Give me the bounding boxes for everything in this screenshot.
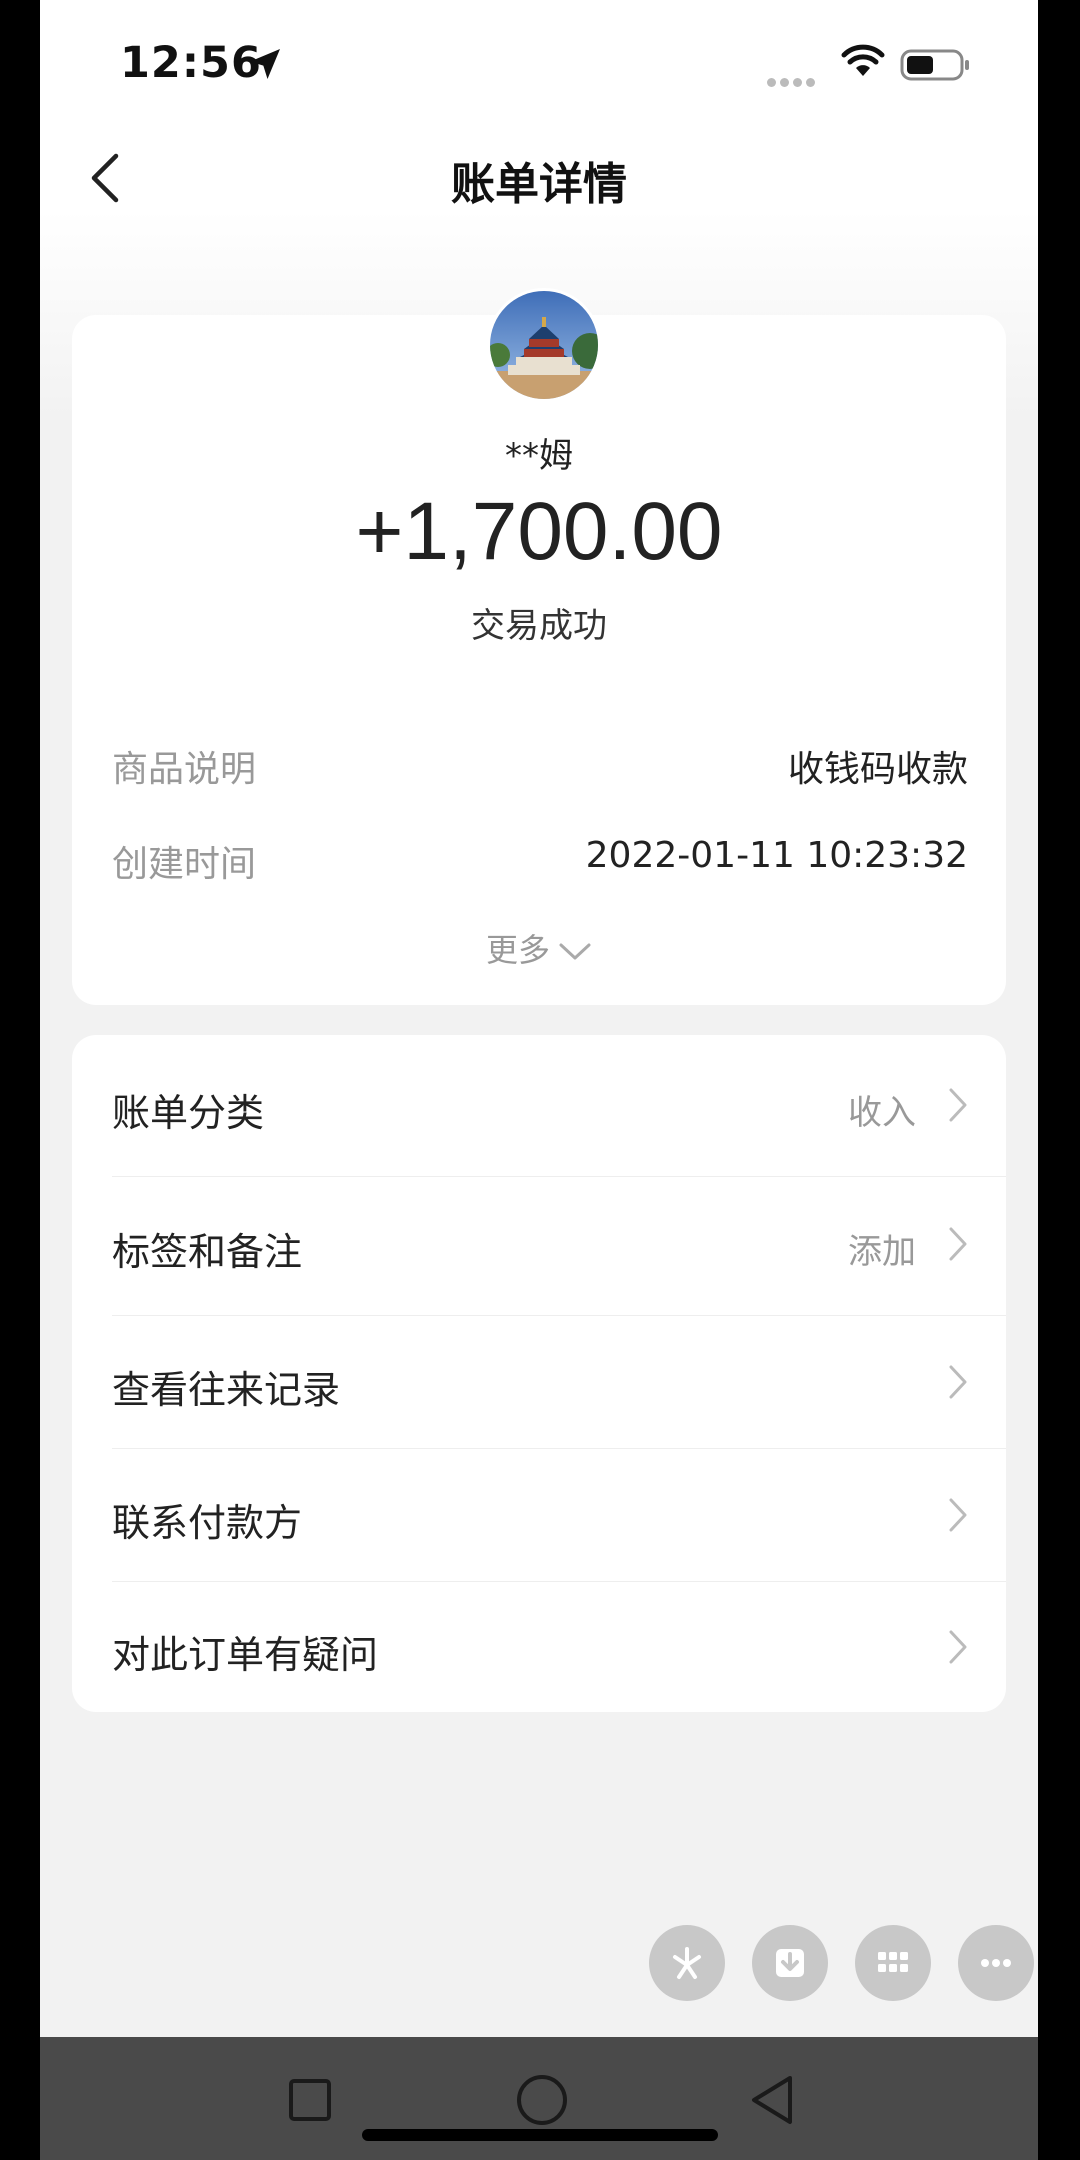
detail-value: 收钱码收款 <box>787 749 968 790</box>
menu-item-label: 账单分类 <box>112 1091 265 1135</box>
system-back-button[interactable] <box>748 2073 796 2127</box>
chevron-right-icon <box>949 1088 967 1122</box>
menu-item-value: 收入 <box>848 1093 916 1133</box>
sparkle-icon <box>673 1947 701 1979</box>
grid-icon <box>878 1952 908 1972</box>
page-title: 账单详情 <box>451 159 627 210</box>
avatar[interactable] <box>487 288 601 402</box>
menu-item-label: 对此订单有疑问 <box>112 1633 379 1677</box>
transaction-status: 交易成功 <box>471 606 607 646</box>
menu-item-value: 添加 <box>848 1232 916 1272</box>
home-button[interactable] <box>515 2073 569 2127</box>
sparkle-button[interactable] <box>649 1925 725 2001</box>
menu-item-label: 查看往来记录 <box>112 1368 341 1412</box>
menu-item-bill-category[interactable]: 账单分类 收入 <box>72 1035 1006 1175</box>
chevron-right-icon <box>949 1227 967 1261</box>
chevron-right-icon <box>949 1630 967 1664</box>
wifi-icon <box>841 44 885 76</box>
transaction-amount: +1,700.00 <box>355 486 723 577</box>
system-navigation-bar <box>40 2037 1038 2160</box>
download-icon <box>776 1949 804 1977</box>
ellipsis-icon <box>981 1959 1011 1967</box>
recent-apps-button[interactable] <box>288 2078 332 2122</box>
more-label: 更多 <box>485 931 550 969</box>
chevron-right-icon <box>949 1365 967 1399</box>
actions-card: 账单分类 收入 标签和备注 添加 查看往来记录 联系付款方 对此订单有疑问 <box>72 1035 1006 1712</box>
phone-screen: 12:56 账单详情 **姆 +1,700.00 交易成功 商品说明 收钱码收款… <box>40 0 1038 2160</box>
payer-name: **姆 <box>505 436 573 476</box>
menu-item-label: 标签和备注 <box>112 1230 303 1274</box>
location-arrow-icon <box>250 49 280 79</box>
cellular-signal-icon <box>767 72 821 87</box>
more-options-button[interactable] <box>958 1925 1034 2001</box>
home-indicator[interactable] <box>362 2129 718 2141</box>
apps-button[interactable] <box>855 1925 931 2001</box>
more-button[interactable]: 更多 <box>40 925 1038 971</box>
menu-item-label: 联系付款方 <box>112 1501 303 1545</box>
menu-item-order-question[interactable]: 对此订单有疑问 <box>72 1582 1006 1712</box>
detail-label: 创建时间 <box>112 844 257 885</box>
menu-item-view-history[interactable]: 查看往来记录 <box>72 1316 1006 1448</box>
detail-label: 商品说明 <box>112 749 257 790</box>
chevron-right-icon <box>949 1498 967 1532</box>
status-time: 12:56 <box>120 38 262 88</box>
temple-picture <box>490 291 598 399</box>
menu-item-contact-payer[interactable]: 联系付款方 <box>72 1449 1006 1581</box>
detail-value: 2022-01-11 10:23:32 <box>585 835 968 876</box>
chevron-down-icon <box>559 943 591 960</box>
battery-icon <box>900 49 969 81</box>
menu-item-tags-notes[interactable]: 标签和备注 添加 <box>72 1177 1006 1315</box>
transaction-summary-card <box>72 315 1006 1005</box>
download-button[interactable] <box>752 1925 828 2001</box>
